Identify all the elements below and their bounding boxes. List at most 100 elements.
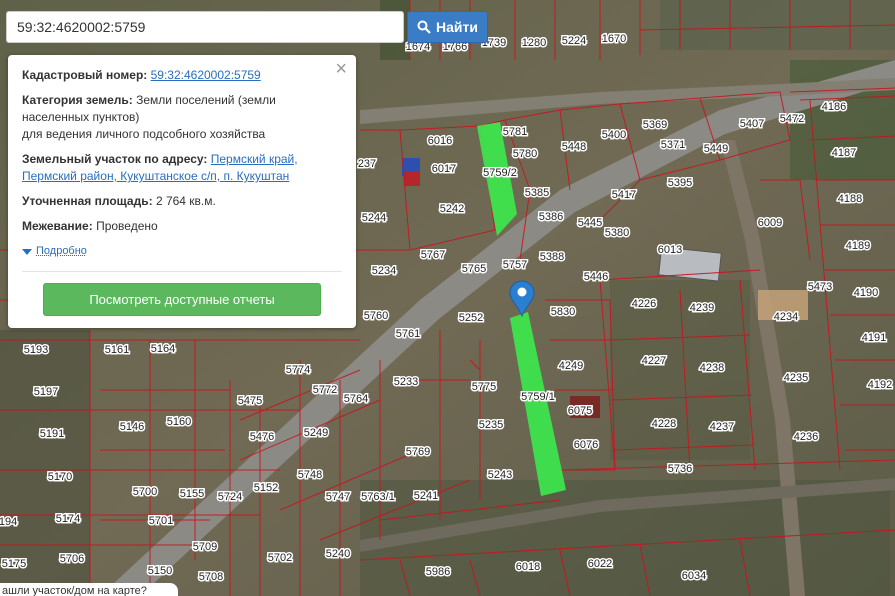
parcel-number-label[interactable]: 5701 <box>147 514 174 529</box>
parcel-number-label[interactable]: 5191 <box>38 427 65 442</box>
parcel-number-label[interactable]: 5407 <box>738 117 765 132</box>
parcel-number-label[interactable]: 4187 <box>830 146 857 161</box>
parcel-number-label[interactable]: 5386 <box>537 210 564 225</box>
parcel-number-label[interactable]: 5765 <box>460 262 487 277</box>
parcel-number-label[interactable]: 5748 <box>296 468 323 483</box>
parcel-number-label[interactable]: 5736 <box>666 462 693 477</box>
parcel-number-label[interactable]: 5152 <box>252 481 279 496</box>
parcel-number-label[interactable]: 5161 <box>103 343 130 358</box>
parcel-number-label[interactable]: 5476 <box>248 430 275 445</box>
parcel-number-label[interactable]: 5708 <box>197 570 224 585</box>
parcel-number-label[interactable]: 5174 <box>54 512 81 527</box>
parcel-number-label[interactable]: 4235 <box>782 371 809 386</box>
parcel-number-label[interactable]: 5761 <box>394 327 421 342</box>
parcel-number-label[interactable]: 5769 <box>404 445 431 460</box>
parcel-number-label[interactable]: 6009 <box>756 216 783 231</box>
parcel-number-label[interactable]: 5747 <box>324 490 351 505</box>
parcel-number-label[interactable]: 5224 <box>560 34 587 49</box>
parcel-number-label[interactable]: 6034 <box>680 569 707 584</box>
parcel-number-label[interactable]: 5197 <box>32 385 59 400</box>
parcel-number-label[interactable]: 4227 <box>640 354 667 369</box>
parcel-number-label[interactable]: 5706 <box>58 552 85 567</box>
parcel-number-label[interactable]: 6075 <box>566 404 593 419</box>
parcel-number-label[interactable]: 5233 <box>392 375 419 390</box>
parcel-number-label[interactable]: 5772 <box>311 383 338 398</box>
parcel-number-label[interactable]: 4228 <box>650 417 677 432</box>
parcel-number-label[interactable]: 5395 <box>666 176 693 191</box>
parcel-number-label[interactable]: 5775 <box>470 380 497 395</box>
parcel-number-label[interactable]: 5446 <box>582 270 609 285</box>
parcel-number-label[interactable]: 5243 <box>486 468 513 483</box>
parcel-number-label[interactable]: 4249 <box>557 359 584 374</box>
parcel-number-label[interactable]: 4186 <box>820 100 847 115</box>
parcel-number-label[interactable]: 4188 <box>836 192 863 207</box>
parcel-number-label[interactable]: 5380 <box>603 226 630 241</box>
parcel-number-label[interactable]: 4192 <box>866 378 893 393</box>
parcel-number-label[interactable]: 5164 <box>149 342 176 357</box>
search-button[interactable]: Найти <box>407 11 488 43</box>
parcel-number-label[interactable]: 5240 <box>324 547 351 562</box>
parcel-number-label[interactable]: 6017 <box>430 162 457 177</box>
parcel-number-label[interactable]: 5780 <box>511 147 538 162</box>
parcel-number-label[interactable]: 5764 <box>342 392 369 407</box>
parcel-number-label[interactable]: 5448 <box>560 140 587 155</box>
parcel-number-label[interactable]: 6018 <box>514 560 541 575</box>
parcel-number-label[interactable]: 5774 <box>284 363 311 378</box>
parcel-number-label[interactable]: 4191 <box>860 331 887 346</box>
parcel-number-label[interactable]: 5767 <box>419 248 446 263</box>
parcel-number-label[interactable]: 5760 <box>362 309 389 324</box>
parcel-number-label[interactable]: 5160 <box>165 415 192 430</box>
view-reports-button[interactable]: Посмотреть доступные отчеты <box>43 283 321 316</box>
parcel-number-label[interactable]: 4234 <box>772 310 799 325</box>
parcel-number-label[interactable]: 5417 <box>610 188 637 203</box>
parcel-number-label[interactable]: 6022 <box>586 557 613 572</box>
parcel-number-label[interactable]: 5449 <box>702 142 729 157</box>
parcel-number-label[interactable]: 4238 <box>698 361 725 376</box>
parcel-number-label[interactable]: 5146 <box>118 420 145 435</box>
parcel-number-label[interactable]: 5759/2 <box>482 166 519 181</box>
cadastral-search-input[interactable] <box>7 12 403 42</box>
parcel-number-label[interactable]: 5709 <box>191 540 218 555</box>
parcel-number-label[interactable]: 5986 <box>424 565 451 580</box>
parcel-number-label[interactable]: 237 <box>356 157 377 172</box>
parcel-number-label[interactable]: 5781 <box>501 125 528 140</box>
parcel-number-label[interactable]: 4239 <box>688 301 715 316</box>
parcel-number-label[interactable]: 5249 <box>302 426 329 441</box>
parcel-number-label[interactable]: 194 <box>0 515 19 530</box>
parcel-number-label[interactable]: 5175 <box>0 557 27 572</box>
parcel-number-label[interactable]: 1670 <box>600 32 627 47</box>
parcel-number-label[interactable]: 1280 <box>520 36 547 51</box>
parcel-number-label[interactable]: 6013 <box>656 243 683 258</box>
parcel-number-label[interactable]: 5475 <box>236 394 263 409</box>
parcel-number-label[interactable]: 5252 <box>457 311 484 326</box>
parcel-number-label[interactable]: 5473 <box>806 280 833 295</box>
parcel-number-label[interactable]: 4236 <box>792 430 819 445</box>
parcel-number-label[interactable]: 5759/1 <box>520 390 557 405</box>
parcel-number-label[interactable]: 5234 <box>370 264 397 279</box>
parcel-number-label[interactable]: 5472 <box>778 112 805 127</box>
parcel-number-label[interactable]: 4226 <box>630 297 657 312</box>
parcel-number-label[interactable]: 5724 <box>216 490 243 505</box>
parcel-number-label[interactable]: 4189 <box>844 239 871 254</box>
parcel-number-label[interactable]: 5763/1 <box>360 490 397 505</box>
parcel-number-label[interactable]: 5757 <box>501 258 528 273</box>
parcel-number-label[interactable]: 6016 <box>426 134 453 149</box>
parcel-number-label[interactable]: 5702 <box>266 551 293 566</box>
parcel-number-label[interactable]: 5193 <box>22 343 49 358</box>
parcel-number-label[interactable]: 4190 <box>852 286 879 301</box>
parcel-number-label[interactable]: 5242 <box>438 202 465 217</box>
parcel-number-label[interactable]: 5235 <box>477 418 504 433</box>
parcel-number-label[interactable]: 5155 <box>178 487 205 502</box>
parcel-number-label[interactable]: 5400 <box>600 128 627 143</box>
parcel-number-label[interactable]: 4237 <box>708 420 735 435</box>
parcel-number-label[interactable]: 5388 <box>538 250 565 265</box>
parcel-number-label[interactable]: 5385 <box>523 186 550 201</box>
parcel-number-label[interactable]: 5371 <box>659 138 686 153</box>
parcel-number-label[interactable]: 5241 <box>412 489 439 504</box>
parcel-number-label[interactable]: 5150 <box>146 564 173 579</box>
details-toggle[interactable]: Подробно <box>22 243 342 260</box>
parcel-number-label[interactable]: 6076 <box>572 438 599 453</box>
parcel-number-label[interactable]: 5170 <box>46 470 73 485</box>
cadastral-number-link[interactable]: 59:32:4620002:5759 <box>151 68 261 82</box>
parcel-number-label[interactable]: 5700 <box>131 485 158 500</box>
